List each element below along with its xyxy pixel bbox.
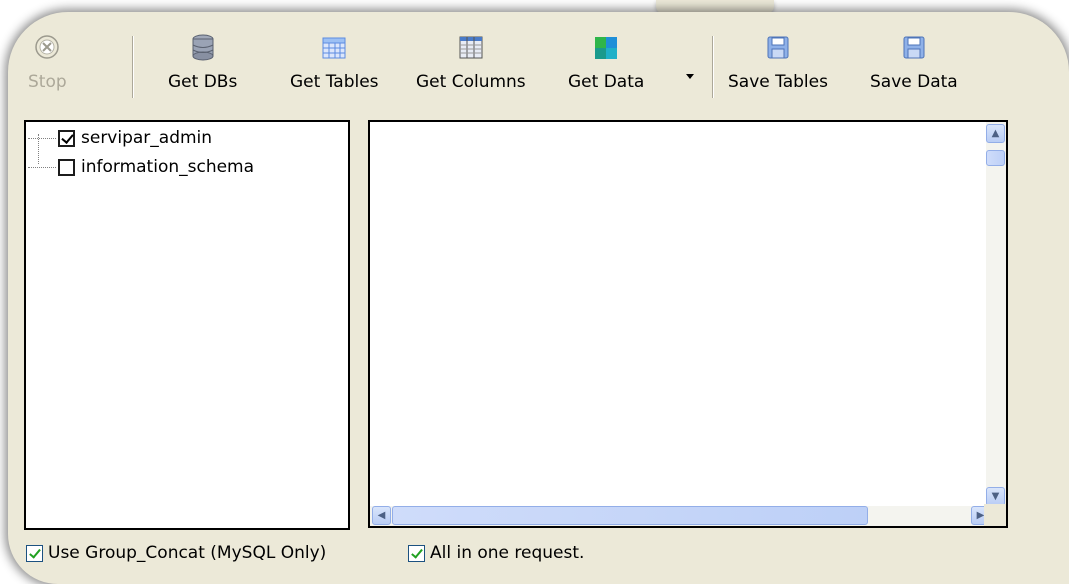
scroll-left-button[interactable]: ◀ — [372, 506, 391, 525]
group-concat-label: Use Group_Concat (MySQL Only) — [48, 543, 327, 563]
chevron-up-icon: ▲ — [991, 128, 1000, 139]
tree-item-label: servipar_admin — [81, 128, 213, 148]
scroll-up-button[interactable]: ▲ — [986, 124, 1005, 143]
get-dbs-label: Get DBs — [168, 72, 238, 92]
get-columns-label: Get Columns — [416, 72, 526, 92]
get-columns-button[interactable]: Get Columns — [416, 34, 526, 104]
floppy-disk-icon — [903, 36, 925, 59]
main-window: Stop Get DBs Get Tables Get Columns Get … — [8, 12, 1069, 584]
information-schema-checkbox[interactable] — [58, 158, 75, 176]
floppy-disk-icon — [767, 36, 789, 59]
save-tables-button[interactable]: Save Tables — [728, 34, 828, 104]
group-concat-option[interactable]: Use Group_Concat (MySQL Only) — [26, 543, 326, 563]
chevron-down-icon: ▼ — [991, 491, 1000, 502]
toolbar-separator — [132, 36, 134, 98]
stop-label: Stop — [28, 72, 67, 92]
one-request-option[interactable]: All in one request. — [408, 543, 584, 563]
tree-connector — [28, 137, 56, 139]
one-request-label: All in one request. — [430, 543, 585, 563]
get-tables-label: Get Tables — [290, 72, 379, 92]
options-bar: Use Group_Concat (MySQL Only) All in one… — [8, 538, 1069, 568]
one-request-checkbox[interactable] — [408, 544, 425, 562]
database-tree[interactable]: servipar_admin information_schema — [24, 120, 350, 530]
tree-item-servipar-admin[interactable]: servipar_admin — [28, 126, 212, 150]
group-concat-checkbox[interactable] — [26, 544, 43, 562]
horizontal-scroll-thumb[interactable] — [392, 506, 868, 525]
database-icon — [192, 34, 214, 61]
save-tables-label: Save Tables — [728, 72, 828, 92]
tree-item-information-schema[interactable]: information_schema — [28, 155, 254, 179]
tree-item-label: information_schema — [81, 157, 255, 177]
get-data-label: Get Data — [568, 72, 645, 92]
stop-button[interactable]: Stop — [28, 34, 67, 104]
get-tables-button[interactable]: Get Tables — [290, 34, 379, 104]
stop-icon — [35, 35, 60, 59]
vertical-scroll-thumb[interactable] — [986, 150, 1005, 166]
toolbar-separator — [712, 36, 714, 98]
tree-connector — [28, 166, 56, 168]
toolbar: Stop Get DBs Get Tables Get Columns Get … — [8, 12, 1069, 104]
servipar-admin-checkbox[interactable] — [58, 129, 75, 147]
results-panel[interactable]: ▲ ▼ ◀ ▶ — [368, 120, 1008, 528]
data-icon — [595, 37, 618, 59]
save-data-label: Save Data — [870, 72, 958, 92]
horizontal-scrollbar[interactable]: ◀ ▶ — [370, 506, 990, 526]
vertical-scrollbar[interactable]: ▲ ▼ — [986, 122, 1006, 508]
scroll-corner — [984, 504, 1006, 526]
get-dbs-button[interactable]: Get DBs — [168, 34, 237, 104]
table-grid-icon — [322, 37, 346, 59]
save-data-button[interactable]: Save Data — [870, 34, 958, 104]
columns-icon — [459, 36, 483, 59]
chevron-left-icon: ◀ — [377, 510, 386, 521]
get-data-button[interactable]: Get Data — [568, 34, 644, 104]
get-data-dropdown-icon[interactable] — [686, 74, 694, 79]
